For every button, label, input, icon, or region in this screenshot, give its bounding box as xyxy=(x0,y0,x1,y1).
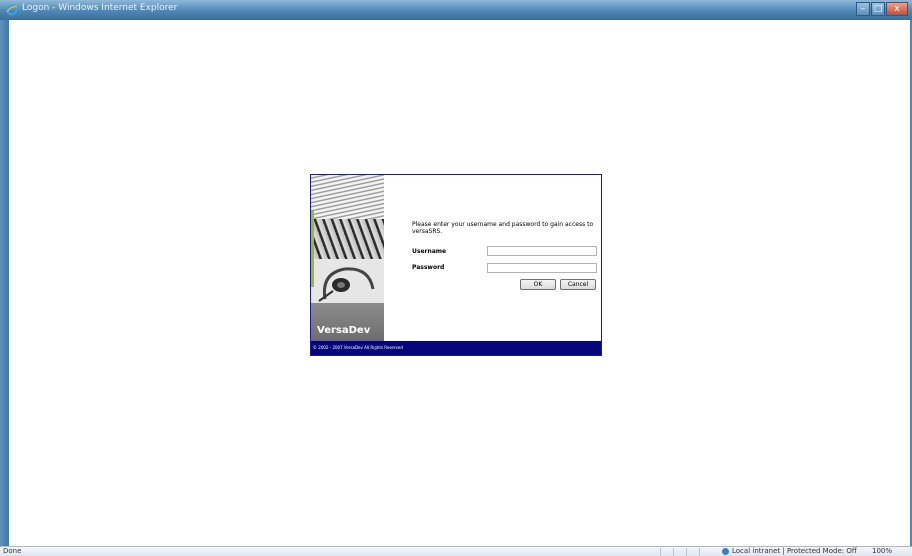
headset-icon xyxy=(318,267,375,302)
password-input[interactable] xyxy=(487,263,597,273)
brand-logo: VersaDev xyxy=(317,325,371,336)
security-zone-text: Local intranet | Protected Mode: Off xyxy=(732,547,857,555)
password-label: Password xyxy=(412,264,445,271)
window-frame-left xyxy=(0,20,9,546)
minimize-button[interactable]: – xyxy=(856,2,870,16)
window-titlebar[interactable]: Logon - Windows Internet Explorer – □ x xyxy=(0,0,912,20)
window-controls: – □ x xyxy=(855,2,908,16)
status-text: Done xyxy=(3,547,22,555)
maximize-button[interactable]: □ xyxy=(871,2,885,16)
security-zone[interactable]: Local intranet | Protected Mode: Off xyxy=(722,547,857,556)
status-panes xyxy=(660,548,712,556)
internet-explorer-icon xyxy=(6,4,18,16)
ok-button[interactable]: OK xyxy=(520,279,556,290)
headset-image xyxy=(311,259,384,303)
username-label: Username xyxy=(412,248,447,255)
accent-bar xyxy=(311,211,314,287)
login-banner-image: VersaDev xyxy=(311,175,384,341)
username-input[interactable] xyxy=(487,246,597,256)
login-instructions: Please enter your username and password … xyxy=(412,221,594,235)
login-footer: © 2002 - 2007 VersaDev All Rights Reserv… xyxy=(311,341,601,355)
cancel-button[interactable]: Cancel xyxy=(560,279,596,290)
window-title: Logon - Windows Internet Explorer xyxy=(22,3,178,13)
newspaper-image xyxy=(311,175,384,219)
login-panel: VersaDev Please enter your username and … xyxy=(310,174,602,356)
status-bar: Done Local intranet | Protected Mode: Of… xyxy=(0,546,912,556)
close-button[interactable]: x xyxy=(886,2,908,16)
keyboard-image xyxy=(311,219,384,259)
copyright-text: © 2002 - 2007 VersaDev All Rights Reserv… xyxy=(313,345,403,350)
login-form: Please enter your username and password … xyxy=(400,175,600,341)
globe-icon xyxy=(722,548,729,555)
zoom-level[interactable]: 100% xyxy=(872,547,892,556)
